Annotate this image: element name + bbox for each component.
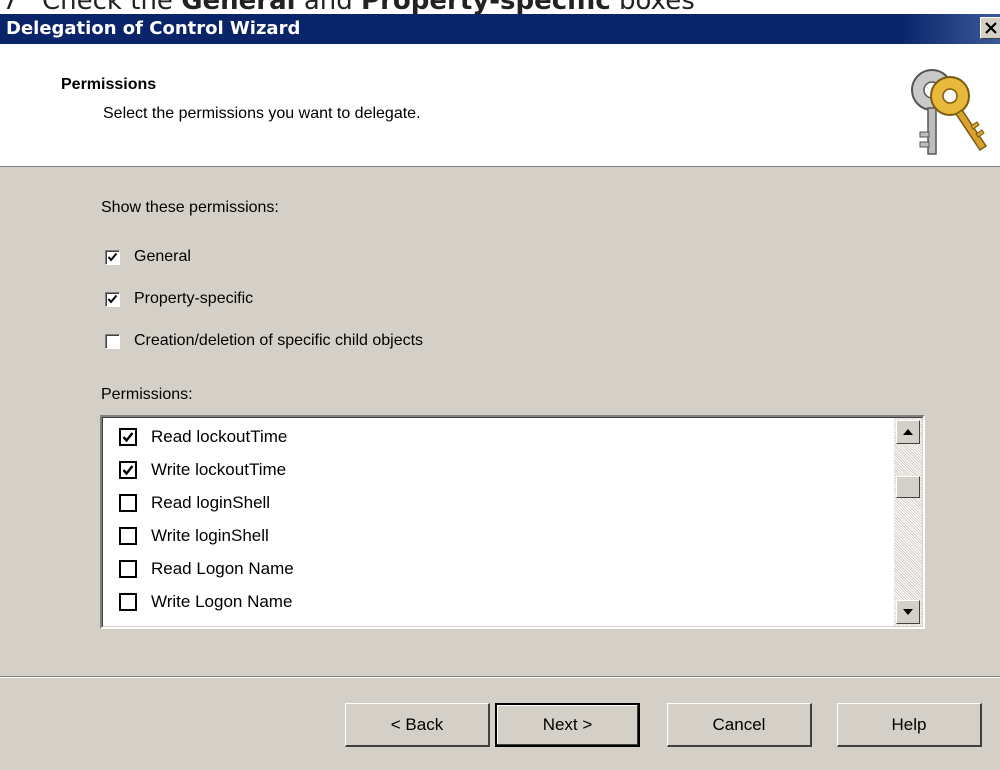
page-subheading: Select the permissions you want to deleg…	[103, 105, 421, 122]
checkbox-box	[105, 291, 120, 307]
checkmark-icon	[122, 432, 134, 443]
checkbox-box	[105, 249, 120, 265]
vertical-scrollbar[interactable]	[894, 418, 922, 626]
checkbox-label: Property-specific	[134, 290, 254, 307]
list-item-label: Read Logon Name	[151, 559, 294, 578]
checkbox-label: Creation/deletion of specific child obje…	[134, 332, 424, 349]
scroll-down-button[interactable]	[896, 600, 920, 624]
keys-icon	[911, 69, 988, 155]
window-title: Delegation of Control Wizard	[6, 18, 301, 39]
list-item[interactable]: Write Logon Name	[119, 587, 292, 617]
list-item[interactable]: Read Logon Name	[119, 554, 294, 584]
list-item-label: Read loginShell	[151, 493, 271, 512]
list-item-label: Write loginShell	[151, 526, 269, 545]
list-checkbox[interactable]	[119, 494, 137, 512]
list-item[interactable]: Read loginShell	[119, 488, 270, 518]
wizard-header: Permissions Select the permissions you w…	[0, 44, 1000, 167]
permissions-label: Permissions:	[101, 386, 193, 403]
back-button[interactable]: < Back	[345, 703, 490, 747]
list-item[interactable]: Write lockoutTime	[119, 455, 286, 485]
list-checkbox[interactable]	[119, 428, 137, 446]
list-checkbox[interactable]	[119, 560, 137, 578]
list-item-partial	[119, 620, 137, 627]
checkbox-box	[105, 333, 120, 349]
list-item[interactable]: Write loginShell	[119, 521, 269, 551]
checkmark-icon	[107, 252, 118, 262]
checkmark-icon	[122, 465, 134, 476]
list-item-label: Read lockoutTime	[151, 427, 288, 446]
scroll-thumb[interactable]	[896, 476, 920, 498]
list-checkbox[interactable]	[119, 593, 137, 611]
close-icon	[985, 22, 997, 34]
caption-text: Check the General and Property-specific …	[42, 0, 695, 14]
footer-separator	[0, 676, 1000, 678]
property-specific-checkbox[interactable]: Property-specific	[105, 288, 253, 310]
next-button[interactable]: Next >	[495, 703, 640, 747]
list-checkbox	[119, 626, 137, 627]
help-button[interactable]: Help	[837, 703, 982, 747]
close-button[interactable]	[980, 17, 1000, 39]
document-caption: 7 Check the General and Property-specifi…	[0, 0, 1000, 14]
checkbox-label: General	[134, 248, 191, 265]
show-permissions-label: Show these permissions:	[101, 199, 279, 216]
arrow-up-icon	[903, 429, 913, 435]
list-item[interactable]: Read lockoutTime	[119, 422, 287, 452]
step-number: 7	[2, 0, 19, 14]
list-item-label: Write Logon Name	[151, 592, 293, 611]
scroll-up-button[interactable]	[896, 420, 920, 444]
list-item-label: Write lockoutTime	[151, 460, 287, 479]
creation-deletion-checkbox[interactable]: Creation/deletion of specific child obje…	[105, 330, 423, 352]
general-checkbox[interactable]: General	[105, 246, 191, 268]
list-checkbox[interactable]	[119, 461, 137, 479]
list-checkbox[interactable]	[119, 527, 137, 545]
cancel-button[interactable]: Cancel	[667, 703, 812, 747]
title-bar: Delegation of Control Wizard	[0, 14, 1000, 44]
permissions-list[interactable]: Read lockoutTime Write lockoutTime Read …	[100, 415, 925, 629]
arrow-down-icon	[903, 609, 913, 615]
checkmark-icon	[107, 294, 118, 304]
page-heading: Permissions	[61, 76, 157, 93]
